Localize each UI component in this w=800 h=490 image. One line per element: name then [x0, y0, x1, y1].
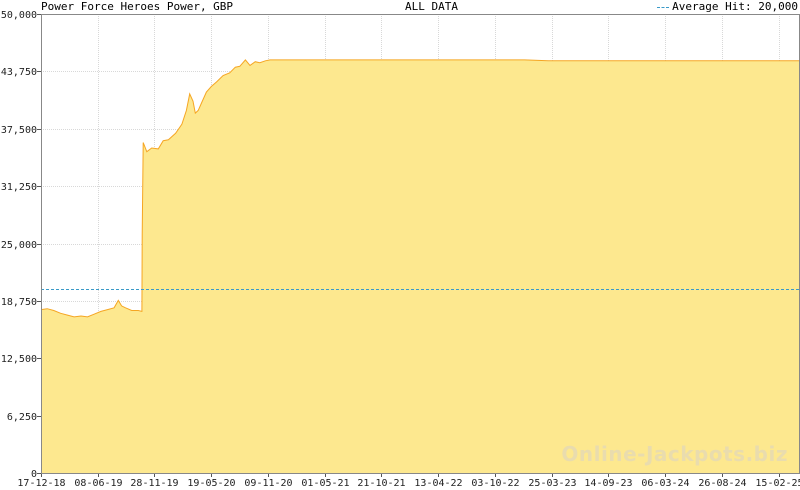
x-tick-label: 09-11-20: [244, 478, 292, 489]
series-area-fill: [41, 59, 800, 474]
watermark: Online-Jackpots.biz: [561, 442, 788, 466]
x-tick-label: 03-10-22: [471, 478, 519, 489]
y-tick-label: 31,250: [1, 182, 37, 193]
x-tick-label: 25-03-23: [528, 478, 576, 489]
y-tick-label: 25,000: [1, 240, 37, 251]
y-tick-label: 37,500: [1, 125, 37, 136]
chart-svg: 06,25012,50018,75025,00031,25037,50043,7…: [1, 10, 800, 489]
x-tick-label: 15-02-25: [755, 478, 800, 489]
x-tick-label: 01-05-21: [301, 478, 349, 489]
x-tick-label: 06-03-24: [641, 478, 689, 489]
chart: Power Force Heroes Power, GBP ALL DATA A…: [0, 0, 800, 490]
x-tick-label: 28-11-19: [130, 478, 178, 489]
x-tick-label: 17-12-18: [17, 478, 65, 489]
x-tick-label: 08-06-19: [74, 478, 122, 489]
x-tick-label: 14-09-23: [584, 478, 632, 489]
y-tick-label: 18,750: [1, 297, 37, 308]
y-tick-label: 12,500: [1, 354, 37, 365]
area-layer: [40, 59, 800, 474]
x-tick-label: 21-10-21: [357, 478, 405, 489]
y-tick-label: 6,250: [7, 412, 37, 423]
y-tick-label: 43,750: [1, 67, 37, 78]
y-tick-label: 50,000: [1, 10, 37, 21]
x-tick-label: 26-08-24: [698, 478, 746, 489]
x-tick-label: 19-05-20: [187, 478, 235, 489]
x-tick-label: 13-04-22: [414, 478, 462, 489]
